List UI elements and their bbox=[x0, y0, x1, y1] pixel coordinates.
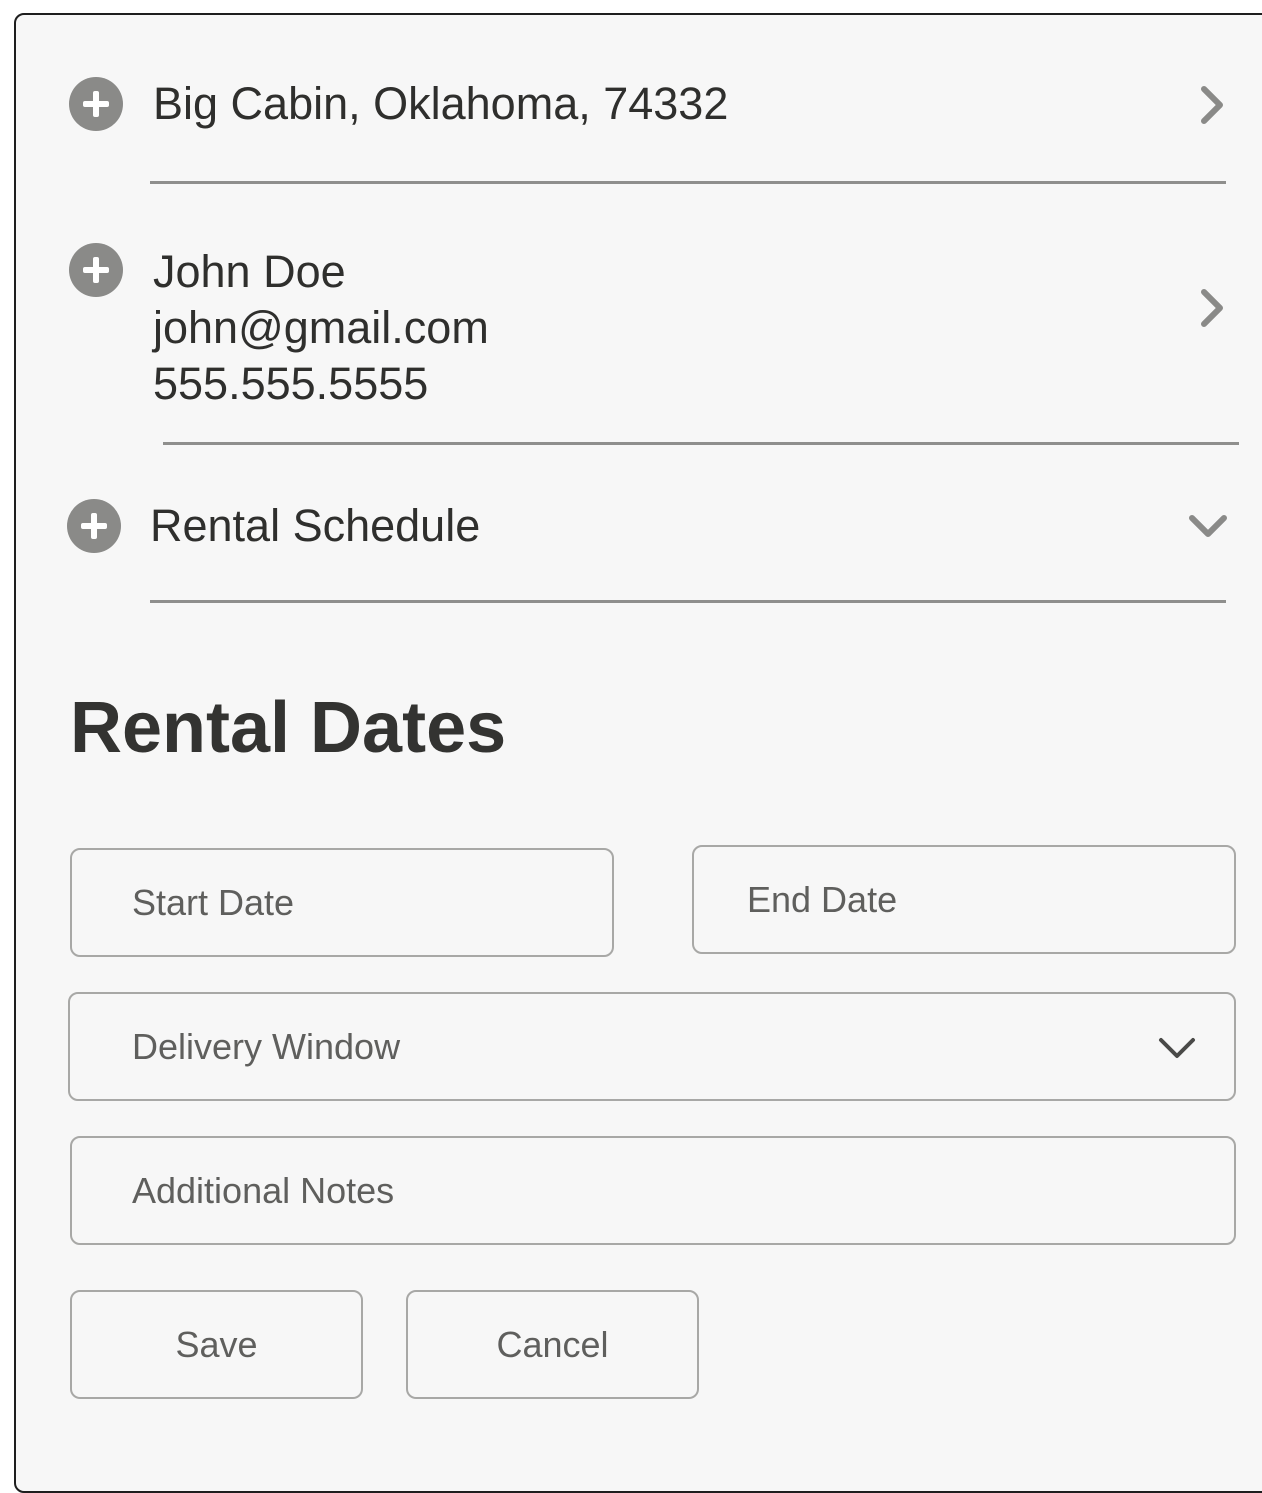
chevron-right-icon[interactable] bbox=[1192, 85, 1232, 125]
rental-schedule-row[interactable]: Rental Schedule bbox=[16, 445, 1262, 605]
section-title: Rental Dates bbox=[70, 688, 507, 768]
divider bbox=[150, 181, 1226, 184]
contact-phone: 555.555.5555 bbox=[153, 358, 429, 409]
location-row[interactable]: Big Cabin, Oklahoma, 74332 bbox=[16, 15, 1262, 185]
divider bbox=[150, 600, 1226, 603]
chevron-down-icon[interactable] bbox=[1188, 506, 1228, 546]
cancel-button[interactable]: Cancel bbox=[406, 1290, 699, 1399]
additional-notes-placeholder: Additional Notes bbox=[132, 1169, 395, 1211]
contact-email: john@gmail.com bbox=[153, 302, 489, 353]
delivery-window-select[interactable]: Delivery Window bbox=[68, 992, 1236, 1101]
plus-circle-icon[interactable] bbox=[67, 499, 121, 553]
delivery-window-placeholder: Delivery Window bbox=[132, 1025, 401, 1067]
additional-notes-field[interactable]: Additional Notes bbox=[70, 1136, 1236, 1245]
rental-schedule-label: Rental Schedule bbox=[150, 500, 481, 551]
end-date-placeholder: End Date bbox=[747, 878, 898, 920]
end-date-field[interactable]: End Date bbox=[692, 845, 1236, 954]
start-date-placeholder: Start Date bbox=[132, 881, 295, 923]
location-text: Big Cabin, Oklahoma, 74332 bbox=[153, 78, 729, 129]
contact-name: John Doe bbox=[153, 246, 346, 297]
save-button[interactable]: Save bbox=[70, 1290, 363, 1399]
chevron-down-icon bbox=[1159, 1038, 1195, 1058]
plus-circle-icon[interactable] bbox=[69, 77, 123, 131]
start-date-field[interactable]: Start Date bbox=[70, 848, 614, 957]
chevron-right-icon[interactable] bbox=[1192, 288, 1232, 328]
contact-row[interactable]: John Doe john@gmail.com 555.555.5555 bbox=[16, 185, 1262, 445]
plus-circle-icon[interactable] bbox=[69, 243, 123, 297]
rental-form-panel: Big Cabin, Oklahoma, 74332 John Doe john… bbox=[14, 13, 1262, 1493]
